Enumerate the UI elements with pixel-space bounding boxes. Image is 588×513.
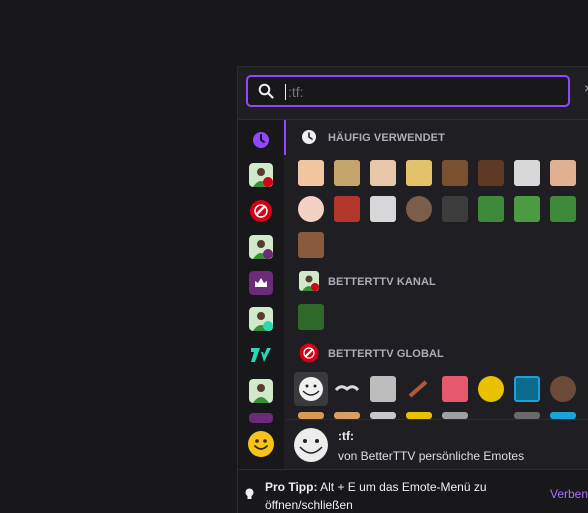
emote-search-input[interactable]: [288, 81, 558, 103]
emote-search-box[interactable]: [246, 75, 570, 107]
emote[interactable]: [514, 412, 540, 419]
section-title-frequent: HÄUFIG VERWENDET: [328, 132, 445, 144]
emote[interactable]: [298, 196, 324, 222]
close-icon[interactable]: ×: [584, 81, 588, 95]
clock-icon: [302, 130, 316, 144]
emote[interactable]: [442, 196, 468, 222]
channel-avatar-icon[interactable]: [249, 379, 273, 403]
emote[interactable]: [478, 160, 504, 186]
emote[interactable]: [370, 160, 396, 186]
pro-tip-label: Pro Tipp:: [265, 480, 318, 494]
footer: Pro Tipp: Alt + E um das Emote-Menü zu ö…: [238, 469, 588, 513]
emote-category-sidebar: [238, 119, 284, 470]
emote[interactable]: [298, 304, 324, 330]
crown-icon[interactable]: [249, 271, 273, 295]
channel-avatar-icon[interactable]: [249, 235, 273, 259]
emote-selected[interactable]: [294, 372, 328, 406]
active-category-indicator: [284, 119, 286, 155]
bttv-icon[interactable]: [249, 199, 273, 223]
emote[interactable]: [334, 376, 360, 402]
text-caret: [285, 84, 286, 100]
lightbulb-icon: [245, 488, 254, 499]
emote[interactable]: [442, 376, 468, 402]
search-icon: [258, 83, 274, 99]
preview-emote-name: :tf:: [338, 429, 354, 443]
channel-avatar-icon[interactable]: [249, 413, 273, 423]
emote-preview: :tf: von BetterTTV persönliche Emotes: [286, 419, 588, 470]
trollface-icon: [294, 428, 328, 462]
emote[interactable]: [298, 412, 324, 419]
emote-menu: ×: [237, 66, 588, 513]
channel-avatar-icon[interactable]: [249, 163, 273, 187]
emote[interactable]: [478, 376, 504, 402]
pepe-emote[interactable]: [550, 196, 576, 222]
pepe-emote[interactable]: [514, 196, 540, 222]
channel-avatar-icon[interactable]: [249, 307, 273, 331]
preview-emote-source: von BetterTTV persönliche Emotes: [338, 449, 525, 463]
emote[interactable]: [406, 160, 432, 186]
emote[interactable]: [550, 412, 576, 419]
emote[interactable]: [370, 412, 396, 419]
clock-icon[interactable]: [249, 128, 273, 152]
smiley-icon[interactable]: [248, 431, 274, 457]
emote[interactable]: [334, 196, 360, 222]
channel-avatar-icon: [299, 271, 319, 291]
emote[interactable]: [334, 412, 360, 419]
section-title-channel: BETTERTTV KANAL: [328, 276, 436, 288]
emote[interactable]: [406, 196, 432, 222]
divider: [284, 119, 588, 120]
emote[interactable]: [406, 412, 432, 419]
emote[interactable]: [298, 160, 324, 186]
emote[interactable]: [514, 376, 540, 402]
emote[interactable]: [370, 196, 396, 222]
emote[interactable]: [370, 376, 396, 402]
emote[interactable]: [514, 160, 540, 186]
pepe-emote[interactable]: [478, 196, 504, 222]
emote[interactable]: [334, 160, 360, 186]
emote[interactable]: [442, 160, 468, 186]
emote[interactable]: [406, 376, 432, 402]
7tv-icon[interactable]: [249, 343, 273, 367]
bttv-icon: [299, 343, 319, 363]
emote[interactable]: [442, 412, 468, 419]
footer-link[interactable]: Verben: [550, 487, 588, 501]
trollface-icon: [299, 377, 323, 401]
pro-tip: Pro Tipp: Alt + E um das Emote-Menü zu ö…: [265, 478, 515, 513]
section-title-global: BETTERTTV GLOBAL: [328, 348, 444, 360]
emote[interactable]: [550, 160, 576, 186]
emote[interactable]: [298, 232, 324, 258]
emote[interactable]: [550, 376, 576, 402]
